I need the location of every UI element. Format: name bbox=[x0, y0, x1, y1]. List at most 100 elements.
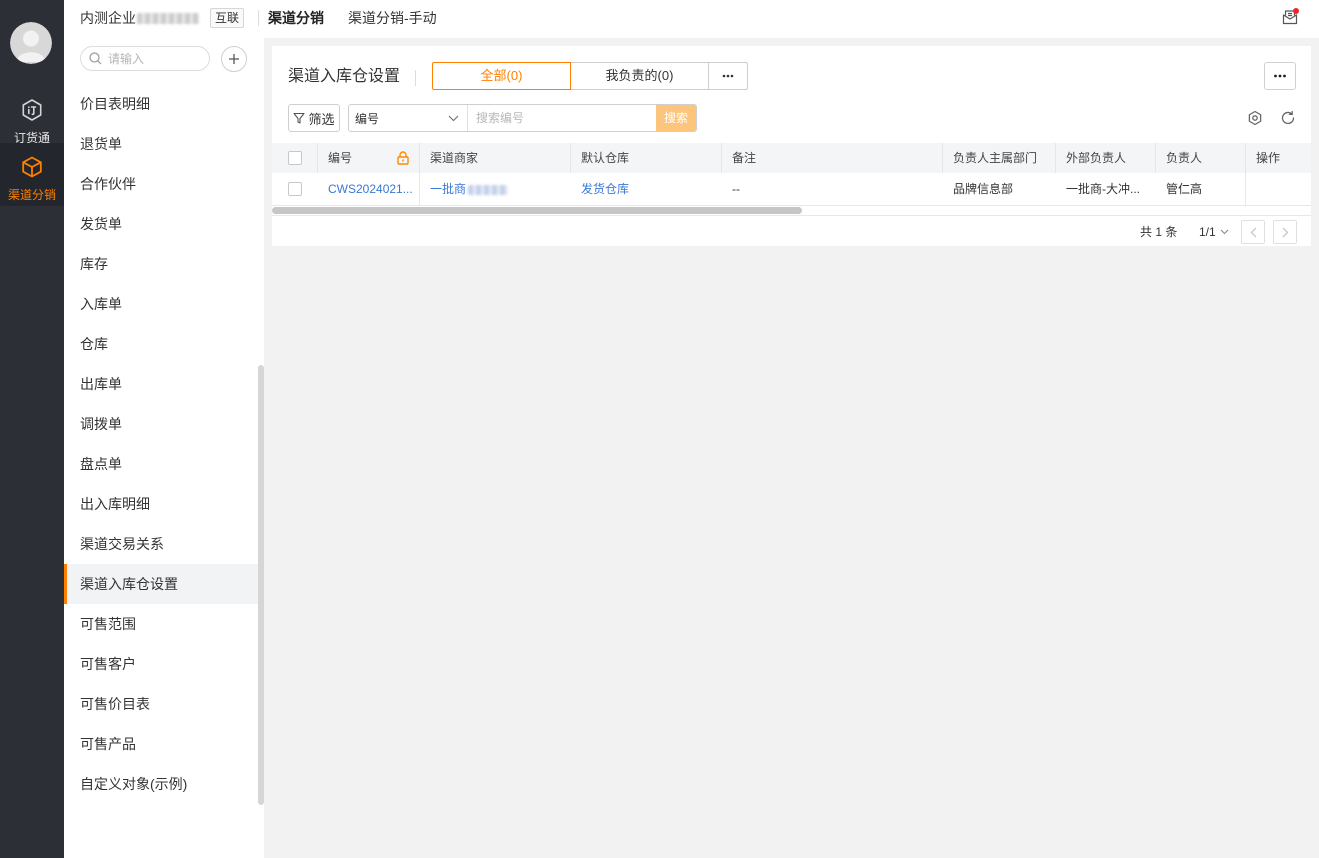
search-button[interactable]: 搜索 bbox=[656, 105, 696, 131]
cell-external-owner: 一批商-大冲... bbox=[1066, 182, 1140, 196]
record-code-link[interactable]: CWS2024021... bbox=[328, 182, 413, 196]
column-header-code[interactable]: 编号 bbox=[318, 143, 420, 173]
sidebar-menu: 价目表明细 退货单 合作伙伴 发货单 库存 入库单 仓库 出库单 调拨单 盘点单… bbox=[64, 84, 258, 804]
sidebar-item[interactable]: 发货单 bbox=[64, 204, 258, 244]
warehouse-link[interactable]: 发货仓库 bbox=[581, 182, 629, 196]
sidebar-item[interactable]: 价目表明细 bbox=[64, 84, 258, 124]
view-name[interactable]: 渠道分销-手动 bbox=[348, 0, 437, 36]
sidebar-item[interactable]: 调拨单 bbox=[64, 404, 258, 444]
sidebar-item[interactable]: 渠道交易关系 bbox=[64, 524, 258, 564]
tenant-name: 内测企业 bbox=[80, 10, 136, 26]
more-icon bbox=[1272, 68, 1288, 84]
title-divider bbox=[415, 70, 416, 86]
cube-icon bbox=[20, 155, 44, 179]
scrollbar-thumb[interactable] bbox=[272, 207, 802, 214]
column-header-remark[interactable]: 备注 bbox=[722, 143, 943, 173]
search-field-value: 编号 bbox=[355, 111, 380, 126]
chevron-right-icon bbox=[1282, 227, 1289, 238]
sidebar-scrollbar[interactable] bbox=[258, 365, 264, 805]
notification-dot bbox=[1293, 8, 1299, 14]
data-table: 编号 渠道商家 默认仓库 备注 负责人主属部门 外部负责人 负责人 操作 CWS… bbox=[272, 143, 1311, 206]
sidebar-item[interactable]: 仓库 bbox=[64, 324, 258, 364]
page-indicator: 1/1 bbox=[1199, 225, 1216, 239]
header-checkbox-cell bbox=[272, 143, 318, 173]
search-group: 编号 搜索 bbox=[348, 104, 697, 132]
tab-mine[interactable]: 我负责的(0) bbox=[570, 62, 709, 90]
column-header-owner[interactable]: 负责人 bbox=[1156, 143, 1246, 173]
search-input[interactable] bbox=[468, 105, 656, 131]
module-sidebar: 价目表明细 退货单 合作伙伴 发货单 库存 入库单 仓库 出库单 调拨单 盘点单… bbox=[64, 38, 264, 858]
row-checkbox[interactable] bbox=[288, 182, 302, 196]
lock-icon[interactable] bbox=[397, 151, 409, 165]
search-field-select[interactable]: 编号 bbox=[349, 105, 468, 131]
table-horizontal-scrollbar bbox=[272, 207, 1311, 216]
header-divider bbox=[258, 10, 259, 26]
filter-icon bbox=[293, 112, 306, 124]
page-title: 渠道入库仓设置 bbox=[288, 68, 401, 85]
column-header-owner-department[interactable]: 负责人主属部门 bbox=[943, 143, 1056, 173]
sidebar-item[interactable]: 合作伙伴 bbox=[64, 164, 258, 204]
settings-icon[interactable] bbox=[1247, 110, 1263, 126]
pagination-total: 共 1 条 bbox=[1140, 225, 1178, 239]
column-header-external-owner[interactable]: 外部负责人 bbox=[1056, 143, 1156, 173]
user-avatar-icon[interactable] bbox=[10, 22, 52, 64]
app-title: 渠道分销 bbox=[268, 10, 324, 26]
tab-all[interactable]: 全部(0) bbox=[432, 62, 571, 90]
cell-owner-department: 品牌信息部 bbox=[953, 182, 1014, 196]
redacted-text bbox=[468, 184, 509, 195]
chevron-down-icon bbox=[448, 115, 459, 122]
actions-more-button[interactable] bbox=[1264, 62, 1296, 90]
plus-icon bbox=[228, 53, 240, 65]
sidebar-item[interactable]: 入库单 bbox=[64, 284, 258, 324]
sidebar-item[interactable]: 出入库明细 bbox=[64, 484, 258, 524]
sidebar-item[interactable]: 库存 bbox=[64, 244, 258, 284]
filter-button[interactable]: 筛选 bbox=[288, 104, 340, 132]
select-all-checkbox[interactable] bbox=[288, 151, 302, 165]
column-header-label: 编号 bbox=[328, 151, 353, 165]
scope-tabs: 全部(0) 我负责的(0) bbox=[432, 62, 748, 90]
sidebar-item[interactable]: 出库单 bbox=[64, 364, 258, 404]
tabs-more-button[interactable] bbox=[708, 62, 748, 90]
add-menu-button[interactable] bbox=[221, 46, 247, 72]
rail-item-order-app[interactable]: 订货通 bbox=[0, 98, 64, 145]
app-rail: 订货通 渠道分销 bbox=[0, 0, 64, 858]
table-row[interactable]: CWS2024021... 一批商 发货仓库 -- 品牌信息部 一批商-大冲..… bbox=[272, 173, 1311, 206]
sidebar-item[interactable]: 可售客户 bbox=[64, 644, 258, 684]
cell-remark: -- bbox=[732, 182, 740, 196]
cell-owner: 管仁高 bbox=[1156, 173, 1246, 205]
cell-warehouse: 发货仓库 bbox=[571, 173, 722, 205]
column-header-warehouse[interactable]: 默认仓库 bbox=[571, 143, 722, 173]
cell-partner: 一批商 bbox=[420, 173, 571, 205]
search-icon bbox=[89, 52, 102, 65]
refresh-icon[interactable] bbox=[1280, 110, 1296, 126]
cell-code: CWS2024021... bbox=[318, 173, 420, 205]
column-header-partner[interactable]: 渠道商家 bbox=[420, 143, 571, 173]
sidebar-search[interactable] bbox=[80, 46, 210, 71]
sidebar-item[interactable]: 可售范围 bbox=[64, 604, 258, 644]
chevron-down-icon bbox=[1220, 229, 1229, 235]
partner-link[interactable]: 一批商 bbox=[430, 182, 466, 196]
table-header: 编号 渠道商家 默认仓库 备注 负责人主属部门 外部负责人 负责人 操作 bbox=[272, 143, 1311, 173]
sidebar-item[interactable]: 自定义对象(示例) bbox=[64, 764, 258, 804]
cell-actions bbox=[1246, 173, 1311, 205]
sidebar-item[interactable]: 渠道入库仓设置 bbox=[64, 564, 258, 604]
sidebar-item[interactable]: 退货单 bbox=[64, 124, 258, 164]
row-checkbox-cell bbox=[272, 173, 318, 205]
sidebar-search-input[interactable] bbox=[108, 51, 198, 66]
sidebar-item[interactable]: 可售产品 bbox=[64, 724, 258, 764]
top-header: 内测企业 互联 渠道分销 渠道分销-手动 bbox=[64, 0, 1319, 38]
page-select[interactable]: 1/1 bbox=[1199, 222, 1229, 242]
mail-icon[interactable] bbox=[1282, 8, 1299, 25]
more-icon bbox=[720, 68, 736, 84]
sidebar-item[interactable]: 可售价目表 bbox=[64, 684, 258, 724]
rail-item-channel-distribution[interactable]: 渠道分销 bbox=[0, 143, 64, 206]
list-card: 渠道入库仓设置 全部(0) 我负责的(0) 筛选 编号 搜索编号 搜索 编号 渠… bbox=[272, 46, 1311, 246]
column-header-actions: 操作 bbox=[1256, 151, 1281, 165]
order-app-icon bbox=[20, 98, 44, 122]
tenant-switcher[interactable]: 内测企业 bbox=[80, 0, 199, 36]
sidebar-item[interactable]: 盘点单 bbox=[64, 444, 258, 484]
next-page-button[interactable] bbox=[1273, 220, 1297, 244]
filter-button-label: 筛选 bbox=[308, 111, 335, 127]
chevron-left-icon bbox=[1250, 227, 1257, 238]
prev-page-button[interactable] bbox=[1241, 220, 1265, 244]
